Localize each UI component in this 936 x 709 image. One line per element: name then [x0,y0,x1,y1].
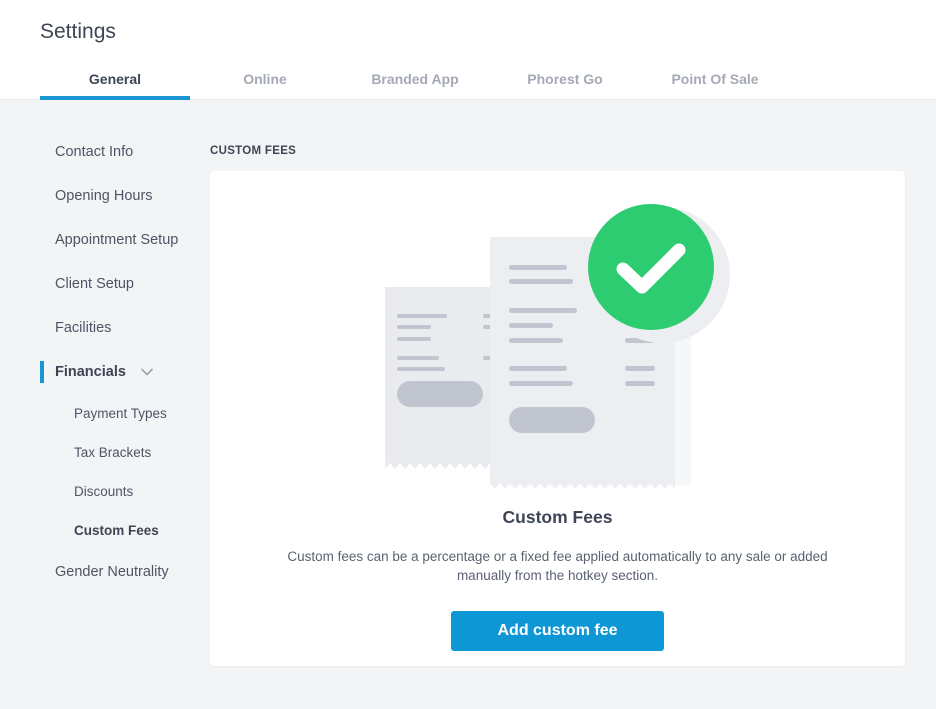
header: Settings General Online Branded App Phor… [0,0,936,100]
sidebar-item-facilities[interactable]: Facilities [40,306,205,350]
empty-state-description: Custom fees can be a percentage or a fix… [287,549,828,583]
add-custom-fee-button[interactable]: Add custom fee [451,611,664,651]
sidebar-item-label: Contact Info [55,144,134,160]
sidebar-subitem-discounts[interactable]: Discounts [40,472,205,511]
chevron-down-icon[interactable] [140,365,154,379]
sidebar-item-label: Opening Hours [55,188,153,204]
sidebar-item-label: Financials [55,364,126,380]
tab-phorest-go[interactable]: Phorest Go [490,60,640,100]
sidebar-item-label: Appointment Setup [55,232,179,248]
tab-point-of-sale[interactable]: Point Of Sale [640,60,790,100]
tab-general[interactable]: General [40,60,190,100]
tab-branded-app[interactable]: Branded App [340,60,490,100]
sidebar-item-client-setup[interactable]: Client Setup [40,262,205,306]
page-title: Settings [40,20,116,43]
tab-online[interactable]: Online [190,60,340,100]
sidebar-subitem-tax-brackets[interactable]: Tax Brackets [40,433,205,472]
empty-state-title: Custom Fees [502,507,613,527]
sidebar-item-gender-neutrality[interactable]: Gender Neutrality [40,550,205,594]
sidebar-item-opening-hours[interactable]: Opening Hours [40,174,205,218]
sidebar-subitem-payment-types[interactable]: Payment Types [40,394,205,433]
sidebar-subitem-custom-fees[interactable]: Custom Fees [40,511,205,550]
settings-sidebar: Contact Info Opening Hours Appointment S… [40,130,205,594]
sidebar-item-contact-info[interactable]: Contact Info [40,130,205,174]
section-heading: CUSTOM FEES [210,145,297,157]
sidebar-item-label: Client Setup [55,276,134,292]
receipts-checkmark-illustration [385,204,730,489]
sidebar-item-label: Gender Neutrality [55,564,169,580]
custom-fees-empty-state-card: Custom Fees Custom fees can be a percent… [210,171,905,666]
sidebar-item-appointment-setup[interactable]: Appointment Setup [40,218,205,262]
sidebar-item-label: Facilities [55,320,112,336]
sidebar-item-financials[interactable]: Financials [40,350,205,394]
tab-bar: General Online Branded App Phorest Go Po… [40,60,790,100]
